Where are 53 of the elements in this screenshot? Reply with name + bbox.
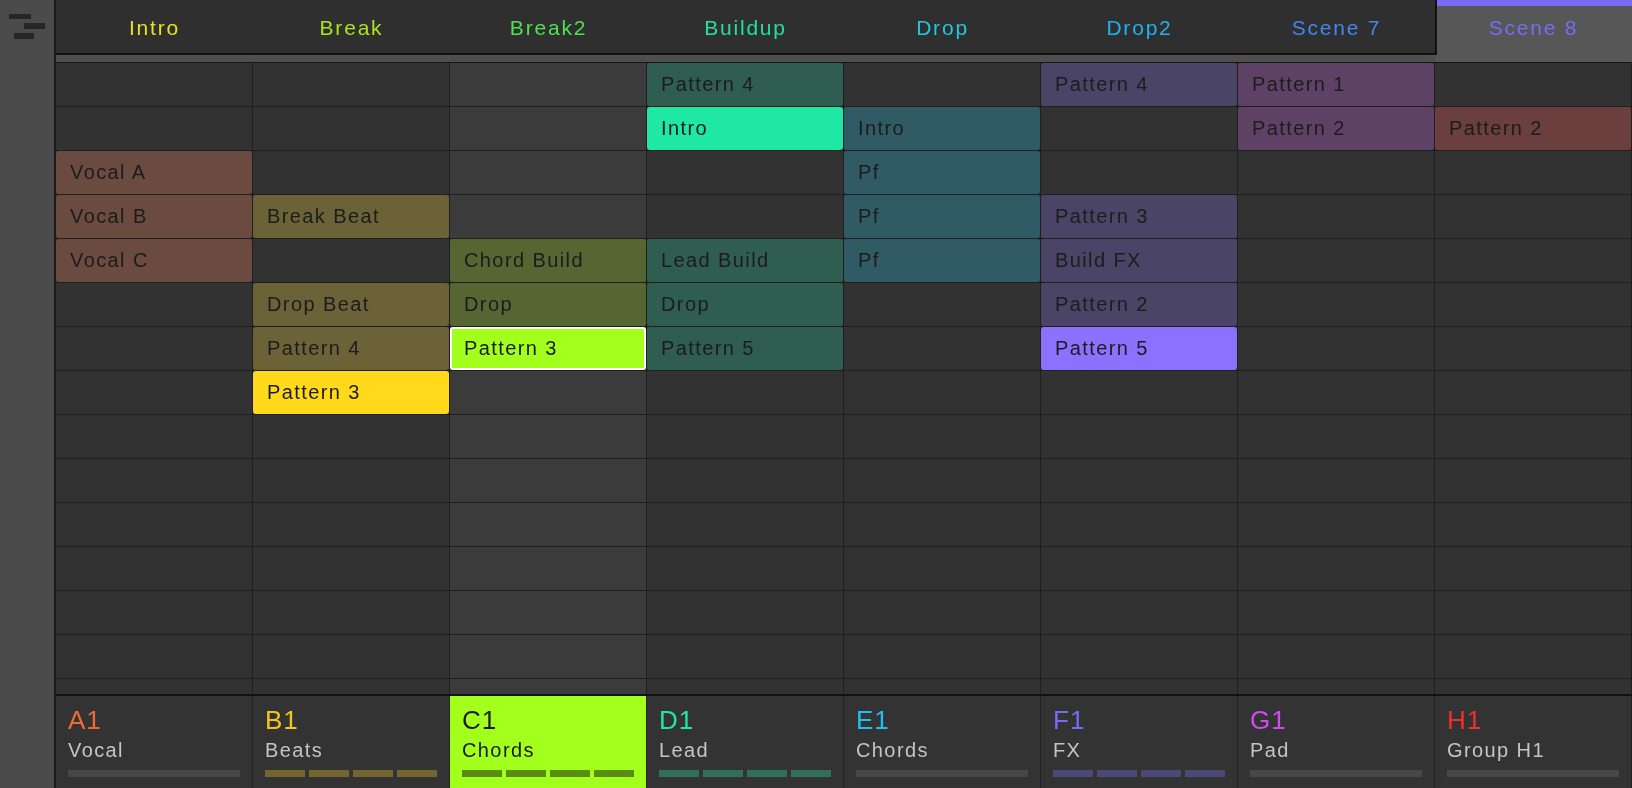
pattern-clip[interactable]: Pattern 2 [1041, 283, 1237, 326]
pattern-clip[interactable]: Pattern 4 [253, 327, 449, 370]
scene-tab[interactable]: Buildup [647, 0, 844, 55]
group-code: F1 [1053, 705, 1086, 735]
group-code: D1 [659, 705, 695, 735]
pattern-clip[interactable]: Pattern 5 [1041, 327, 1237, 370]
pattern-clip[interactable]: Lead Build [647, 239, 843, 282]
pattern-clip[interactable]: Vocal C [56, 239, 252, 282]
scene-tab[interactable]: Break [253, 0, 450, 55]
pattern-clip[interactable]: Pattern 2 [1435, 107, 1631, 150]
pattern-clip[interactable]: Intro [647, 107, 843, 150]
group-code: G1 [1250, 705, 1287, 735]
stacked-bars-icon[interactable] [9, 14, 45, 40]
group-code: H1 [1447, 705, 1483, 735]
pattern-clip[interactable]: Chord Build [450, 239, 646, 282]
pattern-clip[interactable]: Vocal B [56, 195, 252, 238]
scene-tab[interactable]: Scene 7 [1238, 0, 1435, 55]
pattern-clip[interactable]: Pattern 1 [1238, 63, 1434, 106]
group-name: Pad [1250, 739, 1290, 761]
scene-tab[interactable]: Break2 [450, 0, 647, 55]
pattern-clip[interactable]: Pattern 4 [1041, 63, 1237, 106]
pattern-clip[interactable]: Build FX [1041, 239, 1237, 282]
group-name: Group H1 [1447, 739, 1545, 761]
scene-tab[interactable]: Intro [56, 0, 253, 55]
group-name: Chords [462, 739, 535, 761]
pattern-clip[interactable]: Drop [450, 283, 646, 326]
pattern-clip[interactable]: Drop Beat [253, 283, 449, 326]
group-name: Vocal [68, 739, 124, 761]
group-code: B1 [265, 705, 299, 735]
pattern-clip[interactable]: Pattern 3 [450, 327, 646, 370]
pattern-clip[interactable]: Pattern 2 [1238, 107, 1434, 150]
pattern-clip[interactable]: Drop [647, 283, 843, 326]
pattern-clip[interactable]: Pf [844, 195, 1040, 238]
group-name: Beats [265, 739, 324, 761]
pattern-clip[interactable]: Break Beat [253, 195, 449, 238]
group-name: FX [1053, 739, 1082, 761]
pattern-clip[interactable]: Pattern 4 [647, 63, 843, 106]
scene-tab[interactable]: Scene 8 [1435, 0, 1632, 62]
pattern-clip[interactable]: Vocal A [56, 151, 252, 194]
scene-tab[interactable]: Drop [844, 0, 1041, 55]
group-code: A1 [68, 705, 102, 735]
group-code: C1 [462, 705, 498, 735]
pattern-clip[interactable]: Pf [844, 151, 1040, 194]
group-name: Lead [659, 739, 710, 761]
scene-tab[interactable]: Drop2 [1041, 0, 1238, 55]
pattern-clip[interactable]: Pattern 3 [1041, 195, 1237, 238]
group-slot[interactable]: C1 Chords [450, 696, 647, 788]
pattern-clip[interactable]: Pattern 5 [647, 327, 843, 370]
group-name: Chords [856, 739, 929, 761]
pattern-clip[interactable]: Pf [844, 239, 1040, 282]
pattern-clip[interactable]: Intro [844, 107, 1040, 150]
pattern-clip[interactable]: Pattern 3 [253, 371, 449, 414]
group-code: E1 [856, 705, 890, 735]
